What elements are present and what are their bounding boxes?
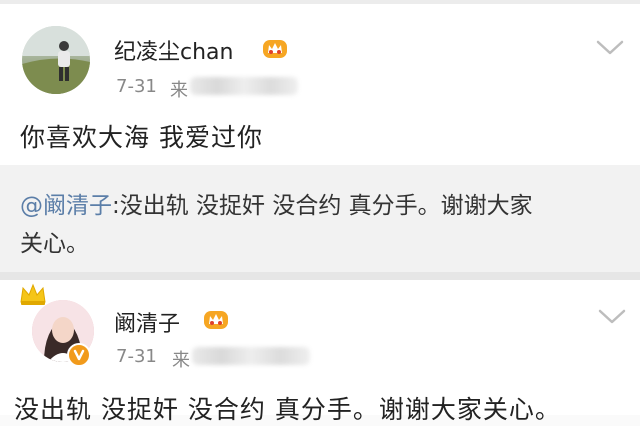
mention-link[interactable]: @阚清子 — [20, 193, 112, 219]
post-date: 7-31 — [116, 346, 157, 367]
chevron-down-icon[interactable] — [598, 309, 626, 325]
source-label: 来 — [172, 350, 190, 371]
username[interactable]: 纪凌尘chan — [114, 34, 233, 66]
crown-icon — [20, 283, 46, 305]
username[interactable]: 阚清子 — [114, 306, 180, 338]
blurred-source — [192, 347, 310, 365]
repost-text: :没出轨 没捉奸 没合约 真分手。谢谢大家 — [112, 193, 533, 219]
post-text: 没出轨 没捉奸 没合约 真分手。谢谢大家关心。 — [14, 395, 561, 424]
card-divider — [0, 272, 640, 280]
chevron-down-icon[interactable] — [596, 40, 624, 56]
avatar-photo-icon — [22, 26, 90, 94]
blurred-source — [190, 77, 298, 95]
post-date: 7-31 — [116, 76, 157, 97]
source-label: 来 — [170, 80, 188, 101]
repost-text-line-2: 关心。 — [20, 231, 89, 257]
vip-crown-icon — [263, 40, 287, 58]
avatar[interactable] — [22, 26, 90, 94]
post-text: 你喜欢大海 我爱过你 — [20, 123, 263, 152]
vip-crown-icon — [204, 311, 228, 329]
top-divider — [0, 0, 640, 4]
repost-text-line-1: @阚清子:没出轨 没捉奸 没合约 真分手。谢谢大家 — [20, 186, 533, 220]
verified-badge-icon — [67, 343, 91, 367]
